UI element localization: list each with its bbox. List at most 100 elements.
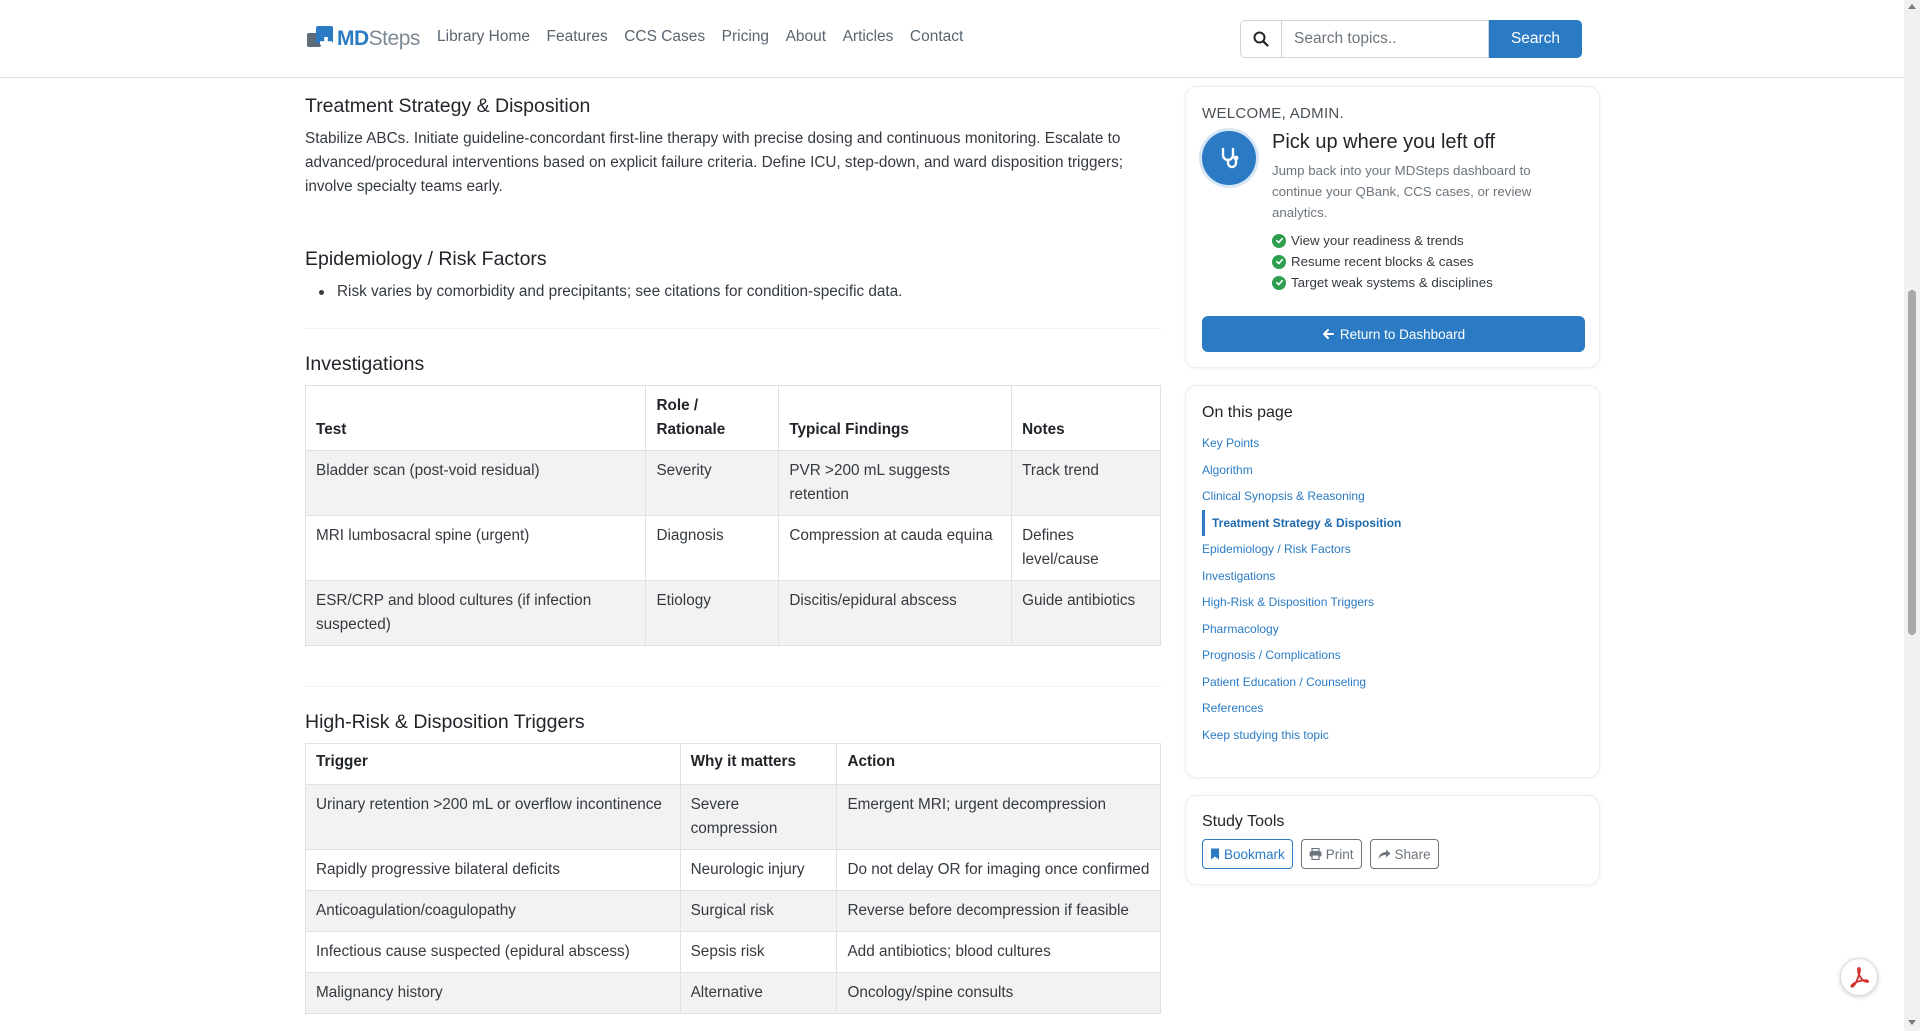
return-to-dashboard-button[interactable]: Return to Dashboard [1202, 316, 1585, 352]
main-nav: Library Home Features CCS Cases Pricing … [437, 28, 980, 46]
scroll-up-icon[interactable] [1908, 4, 1916, 9]
table-cell: Malignancy history [305, 972, 681, 1014]
table-cell: Reverse before decompression if feasible [836, 890, 1161, 932]
stethoscope-icon [1202, 131, 1256, 185]
nav-contact[interactable]: Contact [910, 28, 963, 46]
investigations-table: Test Role / Rationale Typical Findings N… [304, 385, 1161, 646]
share-label: Share [1394, 846, 1431, 862]
table-cell: Surgical risk [679, 890, 838, 932]
table-cell: Severity [645, 450, 780, 516]
toc-link-prognosis[interactable]: Prognosis / Complications [1202, 642, 1401, 669]
check-circle-icon [1272, 254, 1286, 269]
table-cell: Emergent MRI; urgent decompression [836, 784, 1161, 850]
study-tools-card: Study Tools Bookmark Print Share [1185, 795, 1600, 885]
column-header: Why it matters [679, 743, 838, 785]
table-row: Bladder scan (post-void residual) Severi… [304, 450, 1161, 516]
table-cell: Alternative [679, 972, 838, 1014]
table-cell: Defines level/cause [1011, 515, 1161, 581]
section-title-treatment: Treatment Strategy & Disposition [305, 95, 591, 117]
nav-features[interactable]: Features [547, 28, 608, 46]
table-cell: Severe compression [679, 784, 838, 850]
welcome-title: Pick up where you left off [1272, 131, 1496, 153]
table-cell: Track trend [1011, 450, 1161, 516]
table-cell: Guide antibiotics [1011, 580, 1161, 646]
bookmark-label: Bookmark [1224, 846, 1285, 862]
table-row: Urinary retention >200 mL or overflow in… [305, 784, 1161, 850]
list-item: View your readiness & trends [1272, 230, 1493, 251]
column-header: Role / Rationale [645, 385, 780, 451]
print-button[interactable]: Print [1300, 839, 1362, 869]
section-epidemiology: Epidemiology / Risk Factors Risk varies … [305, 248, 1161, 304]
bookmark-button[interactable]: Bookmark [1202, 839, 1293, 869]
logo-text-steps: Steps [368, 27, 421, 50]
table-header-row: Trigger Why it matters Action [305, 743, 1161, 785]
toc-link-key-points[interactable]: Key Points [1202, 430, 1401, 457]
mdsteps-logo[interactable]: MDSteps [307, 25, 420, 53]
section-triggers: High-Risk & Disposition Triggers Trigger… [305, 711, 1161, 1014]
table-cell: Etiology [645, 580, 780, 646]
table-cell: MRI lumbosacral spine (urgent) [304, 515, 647, 581]
search-icon [1240, 20, 1281, 58]
scroll-down-icon[interactable] [1908, 1020, 1916, 1025]
section-divider [305, 328, 1161, 329]
pdf-download-button[interactable] [1840, 958, 1878, 996]
column-header: Typical Findings [778, 385, 1013, 451]
toc-link-patient-education[interactable]: Patient Education / Counseling [1202, 669, 1401, 696]
table-row: ESR/CRP and blood cultures (if infection… [304, 580, 1161, 646]
share-button[interactable]: Share [1369, 839, 1439, 869]
nav-about[interactable]: About [786, 28, 827, 46]
checklist-text: View your readiness & trends [1291, 233, 1464, 248]
search-form: Search [1240, 20, 1582, 58]
nav-ccs-cases[interactable]: CCS Cases [624, 28, 705, 46]
checklist-text: Target weak systems & disciplines [1291, 275, 1493, 290]
treatment-body: Stabilize ABCs. Initiate guideline-conco… [305, 130, 1123, 195]
share-icon [1378, 849, 1391, 859]
table-cell: Neurologic injury [679, 849, 838, 891]
table-cell: Bladder scan (post-void residual) [304, 450, 647, 516]
toc-list: Key Points Algorithm Clinical Synopsis &… [1202, 430, 1401, 748]
table-row: Anticoagulation/coagulopathy Surgical ri… [305, 890, 1161, 932]
toc-link-investigations[interactable]: Investigations [1202, 563, 1401, 590]
toc-link-treatment-strategy[interactable]: Treatment Strategy & Disposition [1202, 509, 1401, 536]
toc-title: On this page [1202, 404, 1293, 421]
column-header: Notes [1011, 385, 1161, 451]
section-divider [305, 686, 1161, 687]
section-title-investigations: Investigations [305, 353, 425, 375]
page-scrollbar[interactable] [1904, 0, 1920, 1031]
pdf-icon [1850, 967, 1869, 988]
table-cell: Oncology/spine consults [836, 972, 1161, 1014]
bookmark-icon [1211, 848, 1219, 860]
column-header: Action [836, 743, 1161, 785]
table-row: MRI lumbosacral spine (urgent) Diagnosis… [304, 515, 1161, 581]
table-header-row: Test Role / Rationale Typical Findings N… [304, 385, 1161, 451]
toc-card: On this page Key Points Algorithm Clinic… [1185, 385, 1600, 778]
toc-link-epidemiology[interactable]: Epidemiology / Risk Factors [1202, 536, 1401, 563]
welcome-subtitle: Jump back into your MDSteps dashboard to… [1272, 163, 1532, 220]
top-navbar: MDSteps Library Home Features CCS Cases … [0, 0, 1904, 78]
search-button[interactable]: Search [1489, 20, 1582, 58]
list-item: Resume recent blocks & cases [1272, 251, 1493, 272]
welcome-label: WELCOME, ADMIN. [1202, 105, 1345, 122]
search-input[interactable] [1281, 20, 1489, 58]
section-treatment: Treatment Strategy & Disposition Stabili… [305, 95, 1161, 199]
table-row: Rapidly progressive bilateral deficits N… [305, 849, 1161, 891]
table-cell: Compression at cauda equina [778, 515, 1013, 581]
table-row: Malignancy history Alternative Oncology/… [305, 972, 1161, 1014]
toc-link-pharmacology[interactable]: Pharmacology [1202, 616, 1401, 643]
toc-link-clinical-synopsis[interactable]: Clinical Synopsis & Reasoning [1202, 483, 1401, 510]
return-button-label: Return to Dashboard [1339, 326, 1466, 342]
triggers-table: Trigger Why it matters Action Urinary re… [305, 743, 1161, 1014]
table-row: Infectious cause suspected (epidural abs… [305, 931, 1161, 973]
toc-link-algorithm[interactable]: Algorithm [1202, 457, 1401, 484]
table-cell: ESR/CRP and blood cultures (if infection… [304, 580, 647, 646]
nav-library-home[interactable]: Library Home [437, 28, 530, 46]
list-item: Risk varies by comorbidity and precipita… [319, 280, 1161, 304]
table-cell: Add antibiotics; blood cultures [836, 931, 1161, 973]
nav-articles[interactable]: Articles [843, 28, 894, 46]
checklist-text: Resume recent blocks & cases [1291, 254, 1474, 269]
scrollbar-thumb[interactable] [1908, 290, 1916, 635]
toc-link-keep-studying[interactable]: Keep studying this topic [1202, 722, 1401, 749]
toc-link-high-risk-triggers[interactable]: High-Risk & Disposition Triggers [1202, 589, 1401, 616]
toc-link-references[interactable]: References [1202, 695, 1401, 722]
nav-pricing[interactable]: Pricing [722, 28, 769, 46]
